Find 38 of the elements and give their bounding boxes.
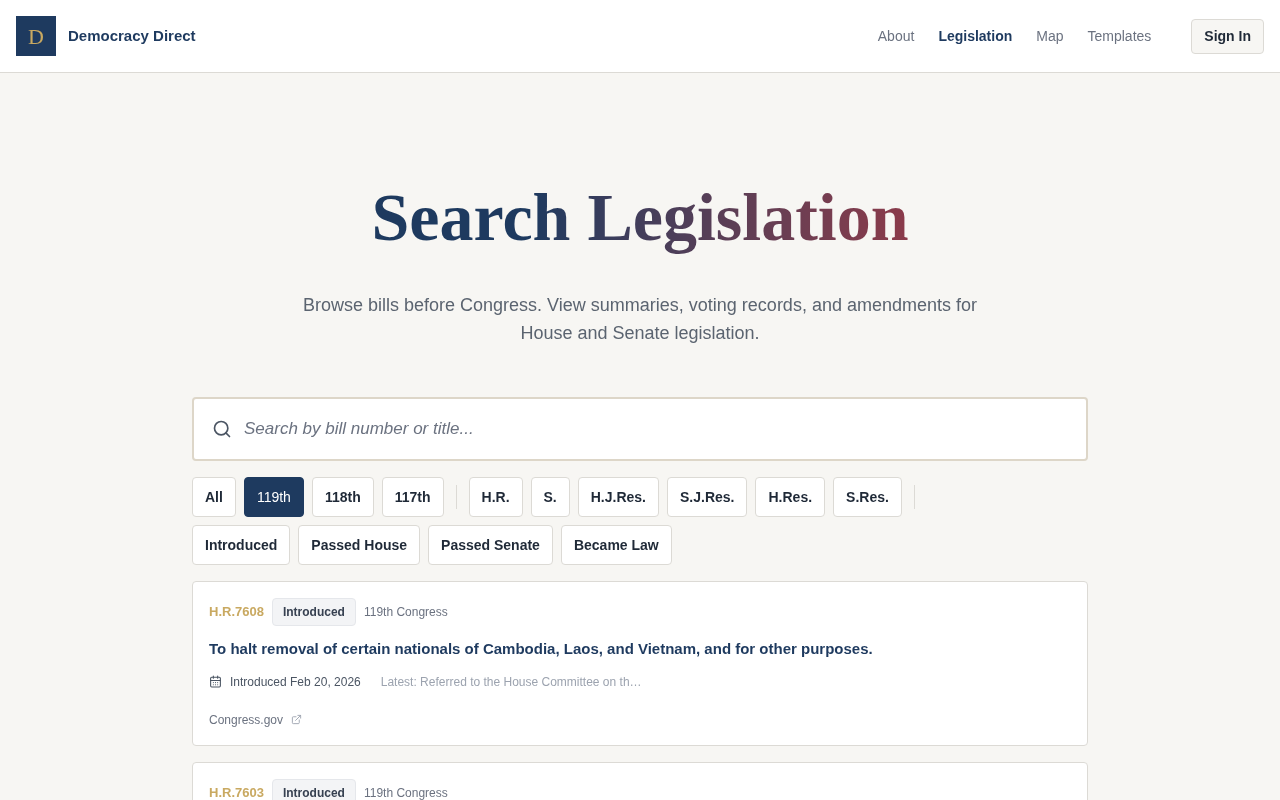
filter-chip[interactable]: H.R. bbox=[468, 477, 523, 517]
filter-chip[interactable]: H.Res. bbox=[755, 477, 826, 517]
filter-chip[interactable]: All bbox=[192, 477, 236, 517]
brand-name[interactable]: Democracy Direct bbox=[68, 24, 196, 48]
filter-chip[interactable]: S.J.Res. bbox=[667, 477, 748, 517]
nav-link[interactable]: Templates bbox=[1087, 25, 1152, 47]
filter-chip[interactable]: Passed Senate bbox=[428, 525, 553, 565]
search-icon bbox=[212, 419, 232, 439]
filter-chip[interactable]: Became Law bbox=[560, 525, 672, 565]
logo[interactable]: D bbox=[16, 16, 56, 56]
filter-chip[interactable]: Passed House bbox=[298, 525, 421, 565]
bill-number: H.R.7603 bbox=[209, 783, 264, 800]
bill-title[interactable]: To halt removal of certain nationals of Cambodia, Laos, and Vietnam, and for other purposes. bbox=[209, 638, 1071, 661]
status-badge: Introduced bbox=[271, 598, 356, 626]
filter-chip[interactable]: H.J.Res. bbox=[577, 477, 659, 517]
sign-in-button[interactable]: Sign In bbox=[1191, 18, 1264, 54]
bill-card[interactable] bbox=[192, 581, 1088, 746]
nav-link[interactable]: About bbox=[877, 25, 915, 47]
external-link-icon bbox=[291, 714, 303, 725]
calendar-icon bbox=[209, 675, 222, 688]
page-subtitle: Browse bills before Congress. View summaries, voting records, and amendments for House and Senate legislation. bbox=[302, 294, 978, 345]
source-link[interactable]: Congress.gov bbox=[209, 710, 303, 729]
search-field[interactable]: Search by bill number or title... bbox=[192, 397, 1088, 461]
bill-number: H.R.7608 bbox=[209, 603, 264, 622]
filter-chip[interactable]: 117th bbox=[381, 477, 444, 517]
status-badge: Introduced bbox=[271, 778, 356, 800]
filter-chip[interactable]: S.Res. bbox=[833, 477, 902, 517]
filter-chip[interactable]: S. bbox=[530, 477, 570, 517]
congress-label: 119th Congress bbox=[363, 784, 448, 800]
nav-link[interactable]: Map bbox=[1036, 25, 1064, 47]
bill-card[interactable]: H.R.7603 Introduced 119th Congress bbox=[192, 761, 1088, 800]
congress-label: 119th Congress bbox=[363, 604, 448, 621]
filter-chip[interactable]: Introduced bbox=[192, 525, 291, 565]
filter-chip[interactable]: 118th bbox=[311, 477, 374, 517]
nav-link[interactable]: Legislation bbox=[938, 25, 1013, 47]
filter-chip[interactable]: 119th bbox=[243, 477, 304, 517]
latest-action: Latest: Referred to the House Committee on th… bbox=[380, 673, 642, 691]
introduced-date: Introduced Feb 20, 2026 bbox=[230, 673, 361, 691]
